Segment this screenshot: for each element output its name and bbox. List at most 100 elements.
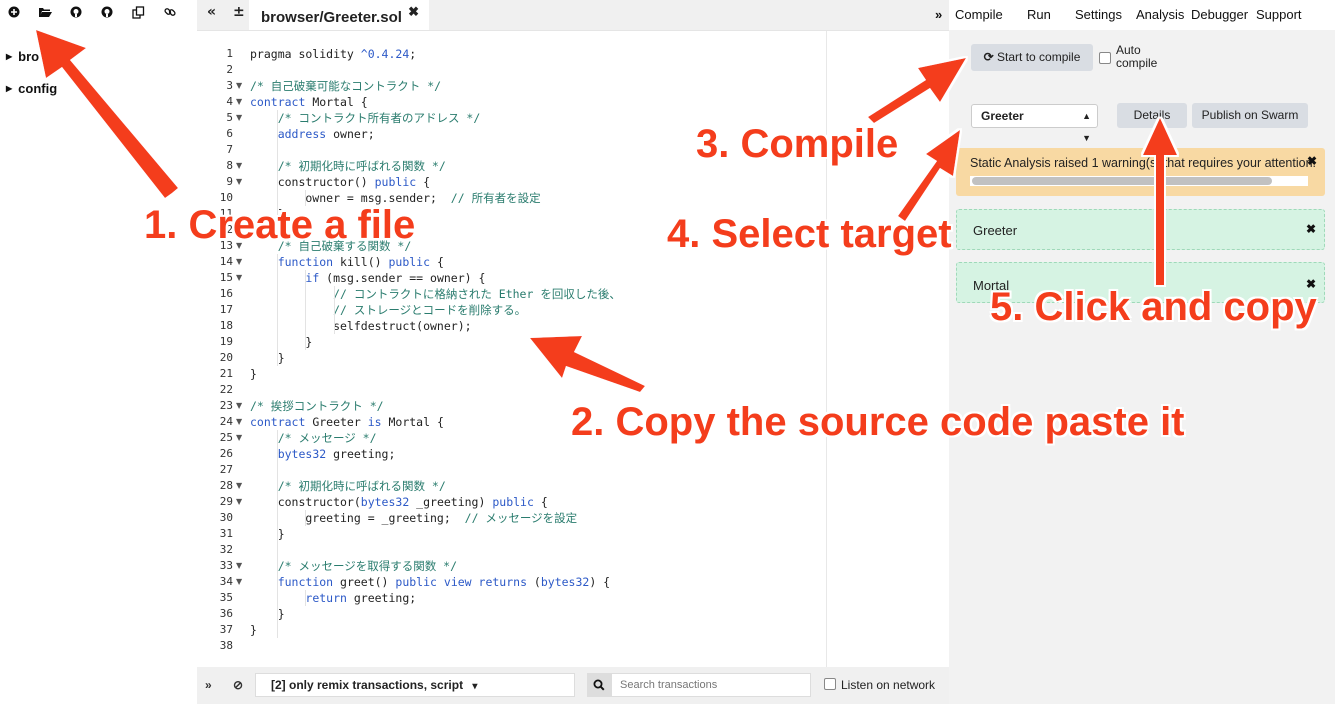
folder-open-icon[interactable]	[37, 6, 53, 22]
code-token: bytes32	[277, 447, 327, 461]
compile-tab-body: ⟳ Start to compile Auto compile Greeter …	[949, 30, 1335, 704]
code-content[interactable]: pragma solidity ^0.4.24; /* 自己破棄可能なコントラクト…	[250, 31, 940, 668]
code-line: if (msg.sender == owner) {	[250, 270, 485, 286]
collapse-terminal-icon[interactable]: »	[205, 678, 212, 692]
code-token: /* メッセージ */	[277, 431, 377, 445]
code-line: /* 自己破棄可能なコントラクト */	[250, 78, 441, 94]
line-number: 38	[219, 639, 233, 652]
code-token: }	[250, 207, 285, 221]
tab-support[interactable]: Support	[1256, 7, 1302, 22]
tab-settings[interactable]: Settings	[1075, 7, 1122, 22]
listen-on-network-checkbox[interactable]: Listen on network	[824, 678, 935, 692]
close-icon[interactable]: ✖	[1306, 222, 1316, 236]
code-token: /* コントラクト所有者のアドレス */	[277, 111, 481, 125]
code-line: bytes32 greeting;	[250, 446, 396, 462]
search-transactions-input[interactable]: Search transactions	[611, 673, 811, 697]
code-token: }	[250, 351, 285, 365]
code-token: kill()	[333, 255, 389, 269]
details-button[interactable]: Details	[1117, 103, 1187, 128]
create-file-icon[interactable]	[6, 6, 22, 22]
tab-greeter-sol[interactable]: browser/Greeter.sol ✖	[249, 0, 429, 30]
tree-item-browser[interactable]: ▶ browser	[6, 49, 69, 64]
right-panel-tabs: » Compile Run Settings Analysis Debugger…	[935, 0, 1335, 30]
github-gist-icon[interactable]	[99, 6, 115, 22]
code-token: ^0.4.24	[360, 47, 410, 61]
tree-item-config[interactable]: ▶ config	[6, 81, 57, 96]
fold-caret-icon[interactable]: ▼	[236, 254, 242, 270]
code-line: /* 自己破棄する関数 */	[250, 238, 412, 254]
fold-caret-icon[interactable]: ▼	[236, 94, 242, 110]
copy-icon[interactable]	[130, 6, 146, 22]
fold-caret-icon[interactable]: ▼	[236, 430, 242, 446]
code-token: bytes32	[540, 575, 590, 589]
close-icon[interactable]: ✖	[408, 0, 419, 30]
tab-analysis[interactable]: Analysis	[1136, 7, 1184, 22]
tab-run[interactable]: Run	[1027, 7, 1051, 22]
code-token: // ストレージとコードを削除する。	[333, 303, 527, 317]
indent-guide	[334, 286, 335, 334]
code-line: }	[250, 366, 257, 382]
fold-caret-icon[interactable]: ▼	[236, 78, 242, 94]
transaction-filter-select[interactable]: [2] only remix transactions, script ▾	[255, 673, 575, 697]
tab-compile[interactable]: Compile	[955, 7, 1003, 22]
fold-caret-icon[interactable]: ▼	[236, 238, 242, 254]
fold-caret-icon[interactable]: ▼	[236, 558, 242, 574]
line-number: 10	[219, 191, 233, 204]
clear-console-icon[interactable]: ⊘	[233, 678, 243, 692]
code-line: }	[250, 350, 285, 366]
code-token: {	[533, 495, 548, 509]
close-icon[interactable]: ✖	[1307, 154, 1317, 168]
code-token: /* 自己破棄する関数 */	[277, 239, 412, 253]
checkbox[interactable]	[1099, 52, 1111, 64]
code-token: greeting;	[346, 591, 417, 605]
code-token: function	[277, 255, 334, 269]
code-token: public	[492, 495, 534, 509]
line-number: 33	[219, 559, 233, 572]
code-token: /* メッセージを取得する関数 */	[277, 559, 458, 573]
code-token: contract	[250, 95, 306, 109]
link-icon[interactable]	[162, 6, 178, 22]
fold-caret-icon[interactable]: ▼	[236, 478, 242, 494]
fold-caret-icon[interactable]: ▼	[236, 110, 242, 126]
code-line: // ストレージとコードを削除する。	[250, 302, 526, 318]
code-token: Mortal {	[305, 95, 368, 109]
tab-debugger[interactable]: Debugger	[1191, 7, 1248, 22]
indent-guide	[305, 590, 306, 606]
fold-caret-icon[interactable]: ▼	[236, 158, 242, 174]
indent-guide	[305, 510, 306, 526]
increase-font-icon[interactable]: ±	[233, 4, 245, 20]
github-icon[interactable]	[68, 6, 84, 22]
fold-caret-icon[interactable]: ▼	[236, 494, 242, 510]
fold-caret-icon[interactable]: ▼	[236, 174, 242, 190]
contract-select[interactable]: Greeter ▲ ▼	[971, 104, 1098, 143]
horizontal-scrollbar[interactable]	[970, 176, 1308, 186]
code-editor[interactable]: 1 2 3 ▼ 4 ▼ 5 ▼ 6 7 8 ▼ 9 ▼ 10 11 12 13 ▼ 14 ▼ 15 ▼ 16 17 18 19 20 2…	[197, 30, 949, 668]
code-line: owner = msg.sender; // 所有者を設定	[250, 190, 540, 206]
line-number: 9	[226, 175, 233, 188]
publish-on-swarm-button[interactable]: Publish on Swarm	[1192, 103, 1308, 128]
collapse-left-icon[interactable]: «	[207, 4, 216, 20]
line-number: 18	[219, 319, 233, 332]
code-token: constructor()	[250, 175, 375, 189]
start-to-compile-button[interactable]: ⟳ Start to compile	[971, 44, 1093, 71]
code-token: (	[527, 575, 541, 589]
code-line: pragma solidity ^0.4.24;	[250, 46, 416, 62]
fold-caret-icon[interactable]: ▼	[236, 398, 242, 414]
line-number: 23	[219, 399, 233, 412]
code-token: /* 自己破棄可能なコントラクト */	[250, 79, 442, 93]
collapse-right-icon[interactable]: »	[935, 7, 942, 22]
code-token: ;	[409, 47, 417, 61]
fold-caret-icon[interactable]: ▼	[236, 270, 242, 286]
fold-caret-icon[interactable]: ▼	[236, 574, 242, 590]
line-number: 17	[219, 303, 233, 316]
search-icon[interactable]	[587, 673, 611, 697]
close-icon[interactable]: ✖	[1306, 277, 1316, 291]
fold-caret-icon[interactable]: ▼	[236, 414, 242, 430]
line-number: 14	[219, 255, 233, 268]
code-token: /* 挨拶コントラクト */	[250, 399, 384, 413]
scrollbar-thumb[interactable]	[972, 177, 1272, 185]
checkbox[interactable]	[824, 678, 836, 690]
line-number: 36	[219, 607, 233, 620]
code-token: constructor(	[250, 495, 361, 509]
